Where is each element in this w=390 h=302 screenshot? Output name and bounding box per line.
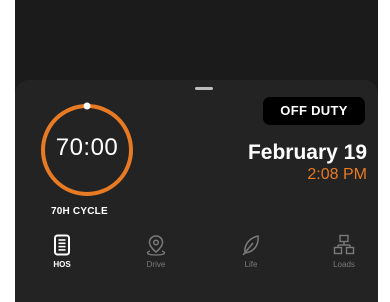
sheet-drag-handle[interactable] bbox=[195, 87, 213, 90]
duty-status-badge[interactable]: OFF DUTY bbox=[263, 97, 365, 125]
cycle-label: 70H CYCLE bbox=[51, 206, 108, 217]
tab-life[interactable]: Life bbox=[221, 232, 281, 282]
map-pin-icon bbox=[146, 235, 166, 256]
tab-drive[interactable]: Drive bbox=[126, 232, 186, 282]
bottom-sheet: 70:00 70H CYCLE OFF DUTY February 19 2:0… bbox=[15, 80, 378, 302]
bottom-tab-bar: HOS Drive Life Loads bbox=[15, 232, 378, 282]
left-background-edge bbox=[0, 0, 15, 302]
network-boxes-icon bbox=[333, 234, 355, 255]
tab-hos[interactable]: HOS bbox=[32, 232, 92, 282]
leaf-icon bbox=[242, 235, 259, 256]
hos-cycle-ring[interactable]: 70:00 bbox=[37, 100, 137, 200]
cycle-time-value: 70:00 bbox=[55, 134, 119, 161]
tab-loads-label: Loads bbox=[333, 260, 355, 269]
document-list-icon bbox=[54, 234, 70, 256]
tab-hos-label: HOS bbox=[53, 260, 71, 269]
tab-drive-label: Drive bbox=[146, 260, 166, 269]
current-time: 2:08 PM bbox=[307, 166, 367, 183]
tab-life-label: Life bbox=[244, 260, 258, 269]
right-background-edge bbox=[378, 0, 390, 302]
current-date: February 19 bbox=[247, 141, 367, 164]
ring-indicator-dot bbox=[83, 102, 91, 110]
tab-loads[interactable]: Loads bbox=[314, 232, 374, 282]
app-screen: 70:00 70H CYCLE OFF DUTY February 19 2:0… bbox=[15, 0, 378, 302]
